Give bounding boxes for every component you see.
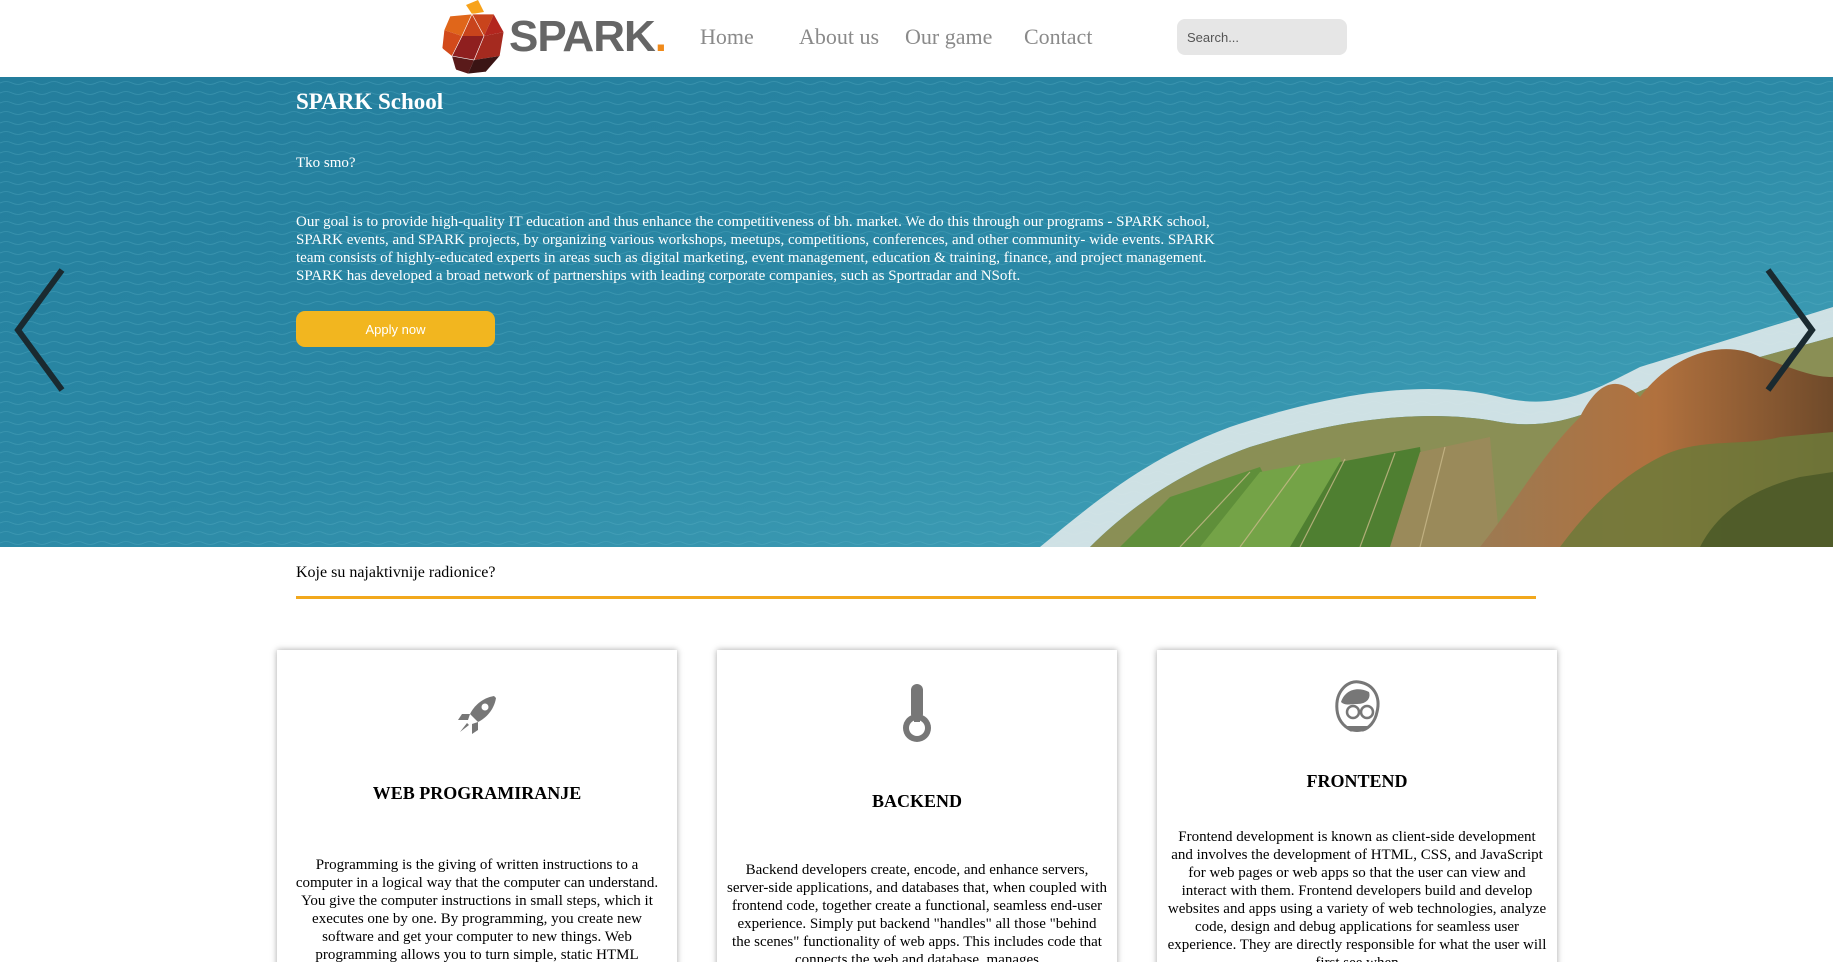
carousel-prev-arrow-icon[interactable] [10,265,70,395]
nav-home-link[interactable]: Home [700,24,754,50]
nav-contact-link[interactable]: Contact [1024,24,1092,50]
thermometer-icon [903,684,931,742]
nav-game-link[interactable]: Our game [905,24,992,50]
card-frontend[interactable]: FRONTEND Frontend development is known a… [1157,650,1557,962]
logo-wordmark[interactable]: SPARK. [509,12,667,62]
card-title: BACKEND [871,791,962,811]
search-input[interactable] [1177,19,1347,55]
workshops-heading: Koje su najaktivnije radionice? [296,564,496,581]
card-backend[interactable]: BACKEND Backend developers create, encod… [717,650,1117,962]
coastline-background-image [0,77,1833,547]
developer-avatar-icon [1335,680,1380,732]
hero-title: SPARK School [296,89,444,114]
card-title: FRONTEND [1306,771,1408,791]
card-text: Backend developers create, encode, and e… [727,862,1107,962]
hero-description: Our goal is to provide high-quality IT e… [296,214,1215,284]
apply-now-button[interactable]: Apply now [296,311,495,347]
card-text: Programming is the giving of written ins… [295,857,659,962]
section-divider [296,596,1536,599]
card-icon-wrap [1157,676,1557,738]
spark-logo-icon[interactable] [432,0,512,77]
card-text: Frontend development is known as client-… [1167,829,1547,962]
nav-about-link[interactable]: About us [799,24,879,50]
carousel-next-arrow-icon[interactable] [1760,265,1820,395]
logo-dot: . [654,12,667,61]
card-web-programming[interactable]: WEB PROGRAMIRANJE Programming is the giv… [277,650,677,962]
hero-banner: SPARK School Tko smo? Our goal is to pro… [0,77,1833,547]
card-icon-wrap [277,690,677,740]
site-header: SPARK. Home About us Our game Contact [0,0,1833,77]
rocket-icon [458,696,496,734]
logo-text: SPARK [509,12,656,61]
card-title: WEB PROGRAMIRANJE [372,783,582,803]
card-icon-wrap [717,682,1117,744]
hero-subtitle: Tko smo? [296,155,356,171]
